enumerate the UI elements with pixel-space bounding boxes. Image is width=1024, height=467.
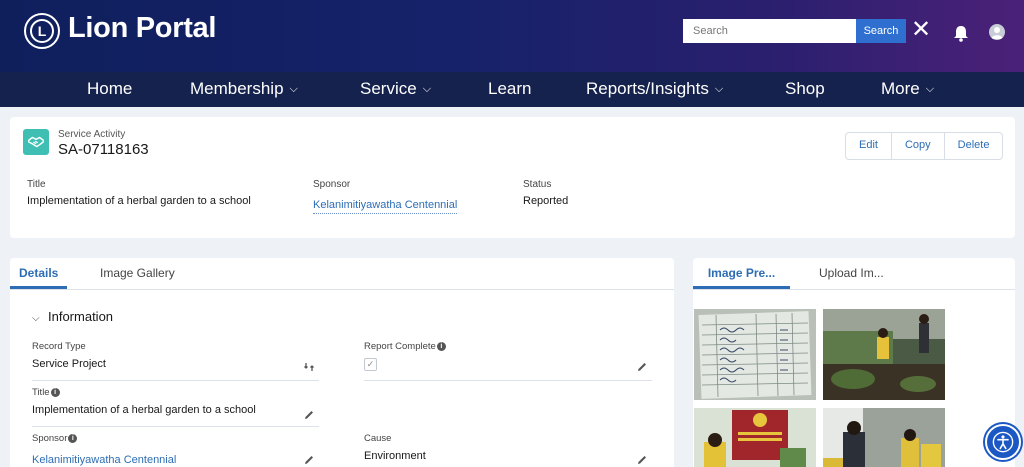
gallery-image-volunteers[interactable] [823, 408, 945, 467]
close-icon[interactable]: ✕ [911, 16, 931, 44]
nav-more[interactable]: More ⌵ [881, 72, 934, 107]
image-gallery-panel: Image Pre... Upload Im... [693, 258, 1015, 467]
highlight-sponsor-link[interactable]: Kelanimitiyawatha Centennial [313, 199, 458, 214]
lions-logo-icon[interactable]: L [24, 13, 60, 49]
sponsor-label-text: Sponsor [32, 433, 68, 444]
field-sponsor: Sponsor i Kelanimitiyawatha Centennial [32, 433, 319, 467]
nav-learn-label: Learn [488, 79, 532, 98]
record-header: Service Activity SA-07118163 Edit Copy D… [10, 117, 1015, 238]
copy-button[interactable]: Copy [892, 133, 945, 159]
main-nav: Home Membership ⌵ Service ⌵ Learn Reports/… [0, 72, 1024, 107]
record-type-label: Record Type [32, 341, 86, 352]
tab-image-gallery[interactable]: Image Gallery [100, 258, 175, 289]
chevron-down-icon: ⌵ [32, 313, 40, 324]
field-title: Title i Implementation of a herbal garden… [32, 387, 319, 427]
field-report-complete: Report Complete i ✓ [364, 341, 652, 381]
report-complete-label: Report Complete i [364, 341, 652, 352]
search-button[interactable]: Search [856, 19, 906, 43]
cause-value: Environment [364, 450, 426, 462]
chevron-down-icon: ⌵ [289, 83, 298, 95]
title-label-text: Title [32, 387, 50, 398]
nav-membership[interactable]: Membership ⌵ [190, 72, 298, 107]
accessibility-icon[interactable] [985, 424, 1021, 460]
record-type-label: Service Activity [58, 129, 126, 140]
nav-reports-insights[interactable]: Reports/Insights ⌵ [586, 72, 723, 107]
highlight-title-label: Title [27, 179, 46, 190]
gallery-image-club-banner[interactable] [694, 408, 816, 467]
title-value: Implementation of a herbal garden to a s… [32, 404, 256, 416]
cause-label: Cause [364, 433, 392, 444]
details-panel: Details Image Gallery ⌵ Information Recor… [10, 258, 674, 467]
edit-pencil-icon[interactable] [636, 454, 648, 466]
tab-image-preview[interactable]: Image Pre... [693, 258, 790, 289]
delete-button[interactable]: Delete [945, 133, 1003, 159]
tab-upload-image[interactable]: Upload Im... [819, 258, 884, 289]
top-header: L Lion Portal Search ✕ [0, 0, 1024, 72]
chevron-down-icon: ⌵ [422, 83, 432, 95]
tab-details[interactable]: Details [10, 258, 68, 289]
record-type-value: Service Project [32, 358, 106, 370]
info-icon[interactable]: i [68, 434, 78, 443]
nav-membership-label: Membership [190, 79, 284, 98]
edit-pencil-icon[interactable] [636, 361, 648, 373]
brand-title[interactable]: Lion Portal [68, 12, 216, 45]
avatar-icon[interactable] [989, 24, 1005, 40]
handshake-icon [23, 129, 49, 155]
highlight-status-label: Status [523, 179, 552, 190]
nav-service[interactable]: Service ⌵ [360, 72, 431, 107]
section-information-title: Information [48, 309, 114, 324]
search-input[interactable] [683, 19, 856, 43]
search-bar: Search [683, 19, 906, 43]
report-complete-label-text: Report Complete [364, 341, 436, 352]
nav-shop-label: Shop [785, 79, 825, 98]
gallery-image-planting[interactable] [823, 309, 945, 400]
highlight-status-value: Reported [523, 195, 569, 207]
nav-reports-label: Reports/Insights [586, 79, 709, 98]
highlight-title-value: Implementation of a herbal garden to a s… [27, 195, 251, 207]
info-icon[interactable]: i [50, 388, 60, 397]
field-cause: Cause Environment [364, 433, 652, 467]
nav-home[interactable]: Home [87, 72, 132, 107]
nav-home-label: Home [87, 79, 133, 98]
edit-pencil-icon[interactable] [303, 454, 315, 466]
sponsor-label: Sponsor i [32, 433, 319, 444]
highlight-status: Status Reported [523, 179, 568, 207]
gallery-image-attendance-sheet[interactable] [694, 309, 816, 400]
info-icon[interactable]: i [436, 342, 446, 351]
record-actions: Edit Copy Delete [845, 132, 1004, 160]
highlight-sponsor: Sponsor Kelanimitiyawatha Centennial [313, 179, 458, 214]
record-id: SA-07118163 [58, 141, 149, 158]
bell-icon[interactable] [951, 24, 971, 42]
change-record-type-icon[interactable] [303, 361, 315, 373]
highlight-sponsor-label: Sponsor [313, 179, 351, 190]
nav-service-label: Service [360, 79, 417, 98]
tab-divider [10, 289, 674, 290]
nav-more-label: More [881, 79, 920, 98]
sponsor-link[interactable]: Kelanimitiyawatha Centennial [32, 454, 177, 467]
highlight-title: Title Implementation of a herbal garden … [27, 179, 251, 207]
chevron-down-icon: ⌵ [925, 83, 935, 95]
gallery-tab-divider [693, 289, 1015, 290]
edit-pencil-icon[interactable] [303, 409, 315, 421]
nav-shop[interactable]: Shop [785, 72, 825, 107]
section-information-toggle[interactable]: ⌵ Information [32, 309, 113, 324]
nav-learn[interactable]: Learn [488, 72, 531, 107]
title-label: Title i [32, 387, 319, 398]
edit-button[interactable]: Edit [846, 133, 892, 159]
chevron-down-icon: ⌵ [714, 83, 724, 95]
report-complete-checkbox[interactable]: ✓ [364, 358, 377, 371]
field-record-type: Record Type Service Project [32, 341, 319, 381]
